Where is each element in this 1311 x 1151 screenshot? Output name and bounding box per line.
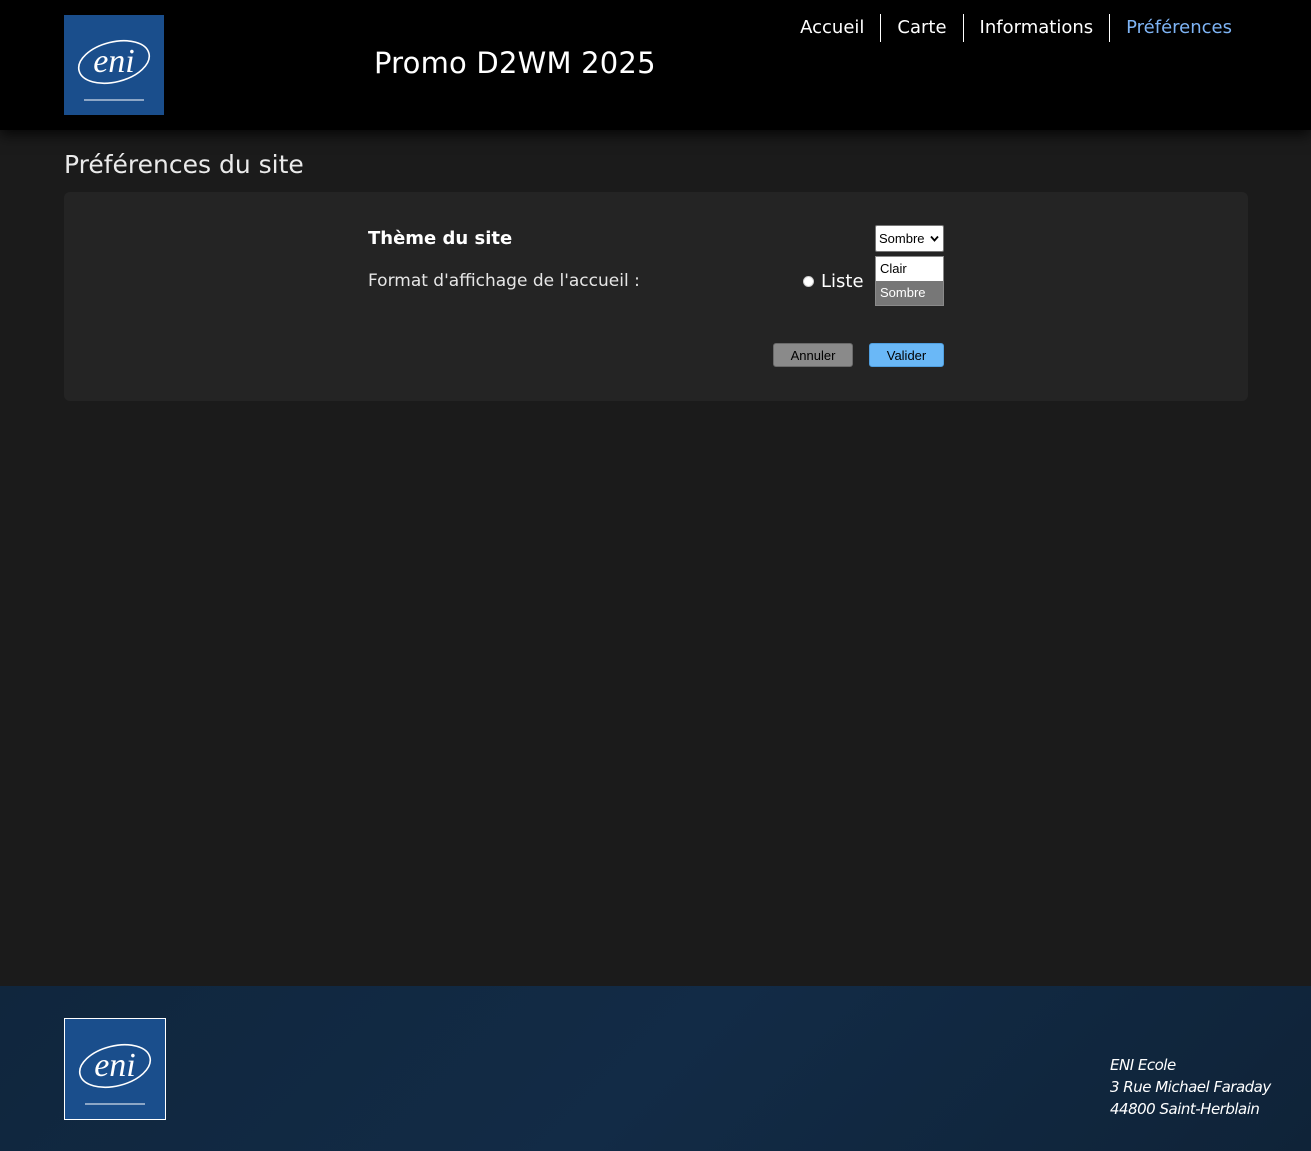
format-label: Format d'affichage de l'accueil : xyxy=(368,271,640,291)
eni-logo-icon: eni xyxy=(78,1043,152,1105)
main-nav: Accueil Carte Informations Préférences xyxy=(784,14,1248,42)
format-radio-liste[interactable] xyxy=(803,276,814,287)
theme-select[interactable]: Sombre xyxy=(875,225,944,252)
nav-item-preferences[interactable]: Préférences xyxy=(1109,14,1248,42)
site-title: Promo D2WM 2025 xyxy=(374,46,656,80)
cancel-button[interactable]: Annuler xyxy=(773,343,853,367)
address-line-city: 44800 Saint-Herblain xyxy=(1110,1100,1260,1118)
nav-item-carte[interactable]: Carte xyxy=(880,14,962,42)
nav-item-accueil[interactable]: Accueil xyxy=(784,14,880,42)
address-line-name: ENI Ecole xyxy=(1110,1056,1176,1074)
school-address: ENI Ecole 3 Rue Michael Faraday 44800 Sa… xyxy=(1110,1054,1271,1120)
theme-option-sombre[interactable]: Sombre xyxy=(876,281,943,305)
page-title: Préférences du site xyxy=(64,150,304,179)
nav-item-informations[interactable]: Informations xyxy=(962,14,1110,42)
site-header: eni Promo D2WM 2025 Accueil Carte Inform… xyxy=(0,0,1311,130)
theme-option-clair[interactable]: Clair xyxy=(876,257,943,281)
preferences-panel xyxy=(64,192,1248,401)
logo-text: eni xyxy=(93,43,135,80)
eni-logo[interactable]: eni xyxy=(64,15,164,115)
format-radio-label[interactable]: Liste xyxy=(821,271,864,292)
theme-select-value: Sombre xyxy=(879,231,925,246)
submit-button[interactable]: Valider xyxy=(869,343,944,367)
eni-logo-icon: eni xyxy=(77,39,151,101)
address-line-street: 3 Rue Michael Faraday xyxy=(1110,1078,1271,1096)
chevron-down-icon xyxy=(930,235,939,242)
footer-logo-text: eni xyxy=(94,1047,136,1084)
theme-dropdown-list: Clair Sombre xyxy=(875,256,944,306)
footer-eni-logo[interactable]: eni xyxy=(64,1018,166,1120)
site-footer: eni ENI Ecole 3 Rue Michael Faraday 4480… xyxy=(0,986,1311,1151)
theme-label: Thème du site xyxy=(368,228,513,249)
